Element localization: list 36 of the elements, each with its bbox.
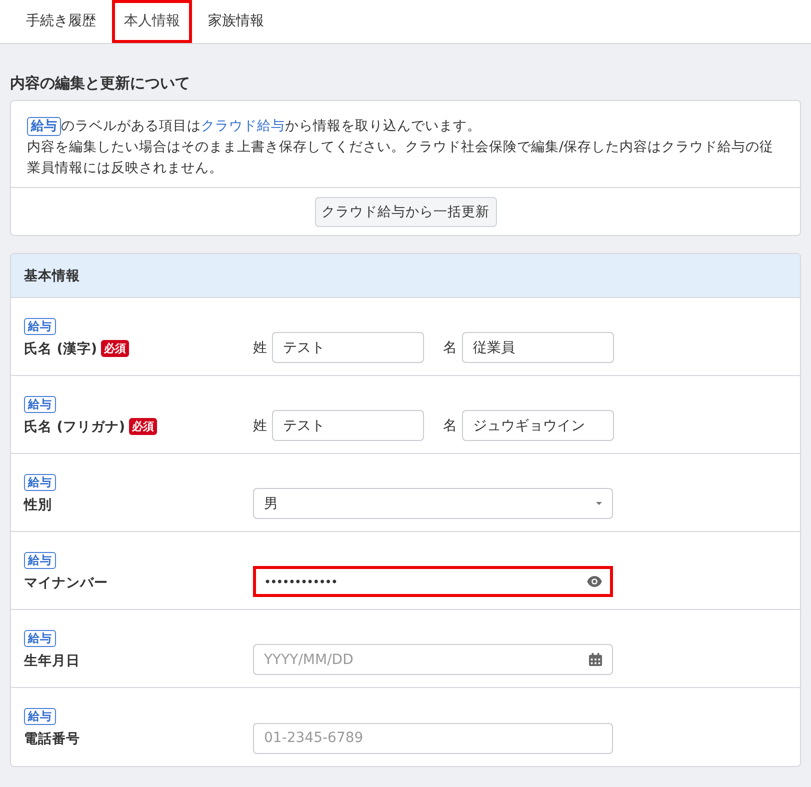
field-label: 氏名 (フリガナ) (24, 418, 126, 436)
tab[interactable]: 本人情報 (112, 0, 192, 43)
field-label: マイナンバー (24, 574, 108, 592)
form-title: 基本情報 (24, 266, 80, 284)
input-field[interactable]: ジュウギョウイン (462, 410, 614, 441)
payroll-badge: 給与 (24, 708, 56, 725)
field-label: 電話番号 (24, 730, 80, 748)
field-prefix: 姓 (253, 416, 267, 434)
caret-icon (596, 502, 602, 505)
payroll-link[interactable]: クラウド給与 (201, 118, 285, 134)
field-prefix: 姓 (253, 338, 267, 356)
payroll-badge: 給与 (24, 318, 56, 334)
eye-icon[interactable] (587, 576, 602, 587)
calendar-icon[interactable] (589, 653, 602, 666)
required-badge: 必須 (129, 418, 158, 435)
payroll-badge: 給与 (24, 552, 56, 568)
field-prefix: 名 (443, 338, 457, 356)
input-field[interactable]: テスト (272, 332, 424, 363)
input-field[interactable]: テスト (272, 410, 424, 441)
field-label: 生年月日 (24, 652, 80, 670)
section-title: 内容の編集と更新について (10, 74, 191, 93)
required-badge: 必須 (101, 340, 130, 357)
payroll-badge: 給与 (24, 396, 56, 412)
payroll-badge: 給与 (24, 630, 56, 646)
payroll-badge: 給与 (27, 117, 61, 136)
field-label: 性別 (24, 496, 52, 514)
bulk-update-button[interactable]: クラウド給与から一括更新 (314, 197, 496, 227)
tab[interactable]: 家族情報 (196, 0, 276, 43)
field-prefix: 名 (443, 416, 457, 434)
payroll-badge: 給与 (24, 474, 56, 490)
select-field[interactable]: 男 (253, 488, 613, 519)
password-field[interactable]: •••••••••••• (253, 566, 613, 597)
notice-text: 給与 のラベルがある項目は クラウド給与から情報を取り込んでいます。 内容を編集したい場合はそのまま上書き保存してください。クラウド社会保険で編集/保存した内容はクラウド給与の従業員情報には反映されません。 (27, 116, 775, 178)
tab[interactable]: 手続き履歴 (14, 0, 108, 43)
input-field[interactable]: 従業員 (462, 332, 614, 363)
field-label: 氏名 (漢字) (24, 340, 98, 358)
